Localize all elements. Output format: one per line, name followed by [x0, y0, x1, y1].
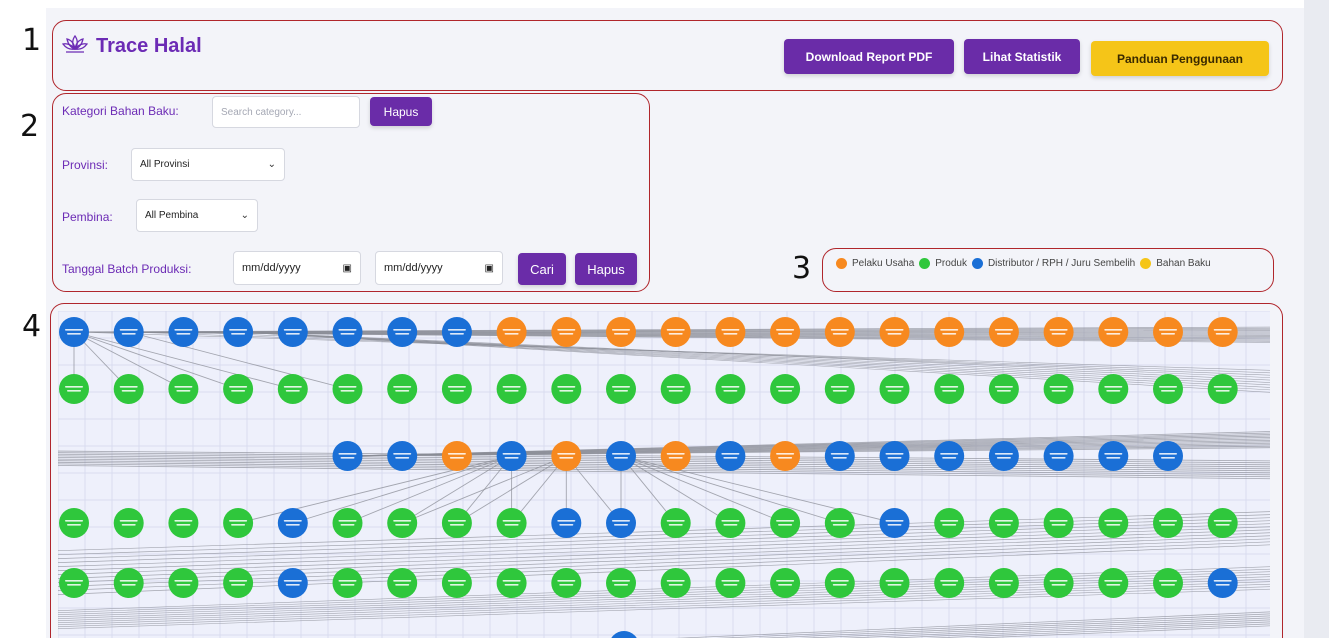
- callout-box-graph: [50, 303, 1283, 638]
- callout-number-3: 3: [792, 251, 812, 286]
- callout-number-2: 2: [20, 109, 40, 144]
- callout-number-1: 1: [22, 23, 42, 58]
- callout-box-filters: [52, 93, 650, 292]
- scrollbar-track[interactable]: [1304, 0, 1329, 638]
- callout-number-4: 4: [22, 309, 42, 344]
- callout-box-legend: [822, 248, 1274, 292]
- callout-box-header: [52, 20, 1283, 91]
